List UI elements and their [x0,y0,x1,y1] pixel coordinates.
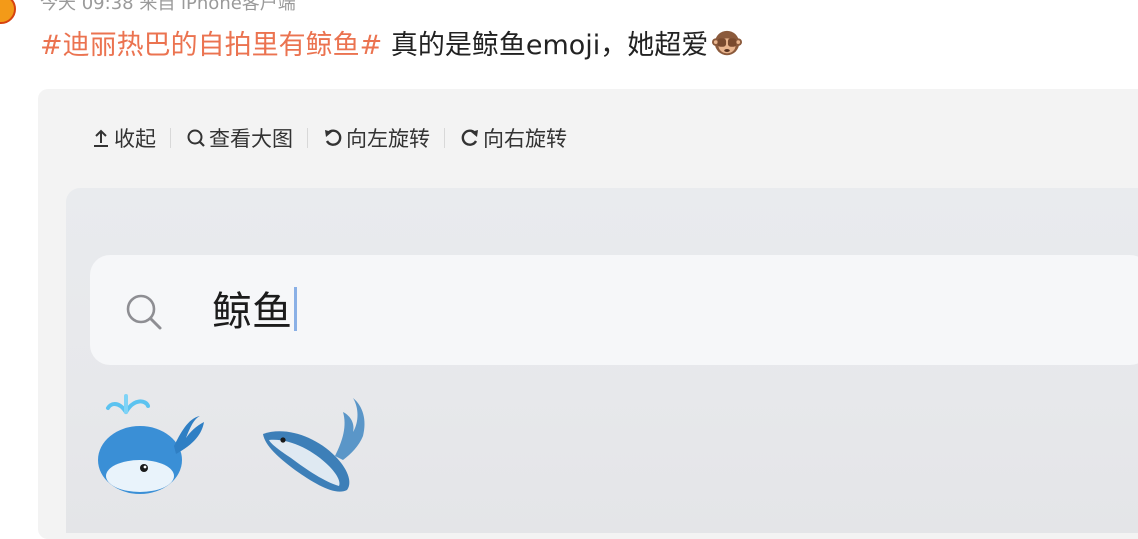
rotate-left-label: 向左旋转 [346,127,430,151]
rotate-right-button[interactable]: 向右旋转 [459,123,567,153]
rotate-right-label: 向右旋转 [483,127,567,151]
post-text: #迪丽热巴的自拍里有鲸鱼# 真的是鲸鱼emoji，她超爱 [40,26,743,66]
post-body-text: 真的是鲸鱼emoji，她超爱 [382,30,709,61]
divider [170,128,171,148]
rotate-left-button[interactable]: 向左旋转 [322,123,430,153]
text-caret [294,287,297,331]
view-large-button[interactable]: 查看大图 [185,123,293,153]
rotate-right-icon [461,129,478,146]
view-large-label: 查看大图 [209,127,293,151]
see-no-evil-monkey-icon [712,30,743,56]
search-icon [126,294,162,330]
rotate-left-icon [325,129,342,146]
search-query: 鲸鱼 [212,289,292,335]
collapse-label: 收起 [114,127,156,151]
search-input[interactable]: 鲸鱼 [212,287,297,337]
hashtag-link[interactable]: #迪丽热巴的自拍里有鲸鱼# [40,30,382,61]
post-meta: 今天 09:38 来自 iPhone客户端 [40,0,296,14]
divider [444,128,445,148]
spouting-whale-icon[interactable] [96,382,214,500]
collapse-button[interactable]: 收起 [90,123,156,153]
whale-icon[interactable] [255,386,371,502]
magnifier-icon [187,129,205,147]
avatar[interactable] [0,0,16,24]
image-toolbar: 收起 查看大图 向左旋转 向右旋转 [90,118,567,158]
divider [307,128,308,148]
arrow-up-icon [94,129,108,147]
